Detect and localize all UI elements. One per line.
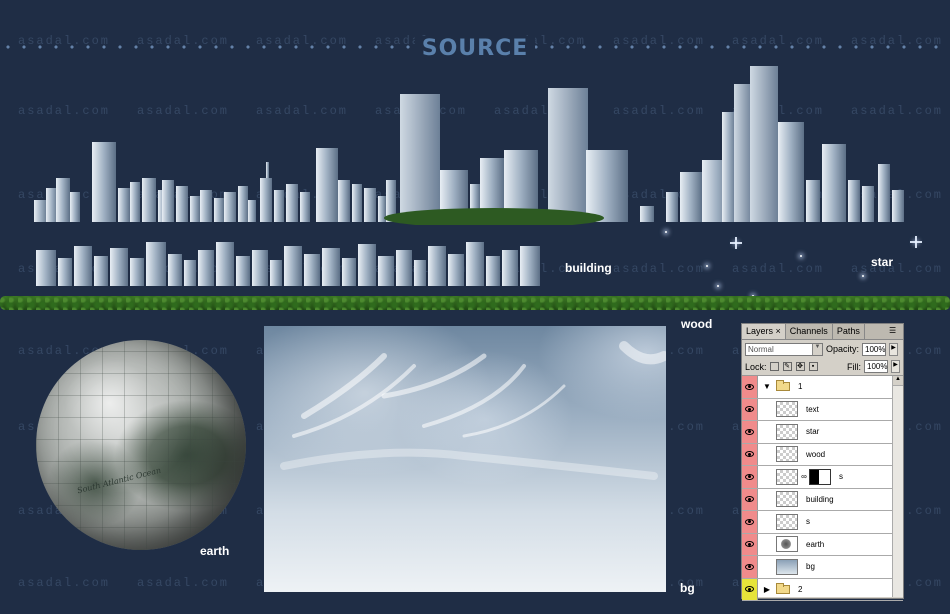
layer-row[interactable]: s: [742, 511, 903, 534]
watermark-text: asadal.com: [137, 576, 230, 590]
layer-name: s: [839, 472, 843, 482]
layer-row[interactable]: text: [742, 398, 903, 421]
layer-name: building: [806, 494, 834, 504]
layers-panel: Layers × Channels Paths ☰ Normal ▼ Opaci…: [741, 323, 904, 601]
blend-mode-value: Normal: [748, 344, 774, 354]
panel-menu-icon[interactable]: ☰: [889, 324, 903, 339]
layers-list: ▼ 1 text star wood ∞ s building s earth bg ▶ 2 ▲: [742, 376, 903, 601]
star-dot: [665, 231, 667, 233]
lock-transparency-icon[interactable]: [769, 362, 779, 371]
scroll-up-icon[interactable]: ▲: [893, 376, 903, 386]
earth-globe: South Atlantic Ocean: [36, 340, 246, 550]
wood-strip: [0, 296, 950, 310]
star-dot: [706, 265, 708, 267]
layer-thumbnail: [776, 558, 798, 575]
tab-channels[interactable]: Channels: [786, 324, 833, 339]
blend-mode-select[interactable]: Normal ▼: [745, 342, 823, 356]
opacity-label: Opacity:: [826, 344, 860, 354]
lock-image-icon[interactable]: ✎: [782, 362, 792, 371]
page-title: SOURCE: [415, 36, 535, 61]
layer-row[interactable]: wood: [742, 443, 903, 466]
layer-name: s: [806, 517, 810, 527]
eye-icon[interactable]: [742, 533, 758, 555]
panel-tabs: Layers × Channels Paths ☰: [742, 324, 903, 340]
star-dot: [717, 285, 719, 287]
eye-icon[interactable]: [742, 556, 758, 578]
eye-icon[interactable]: [742, 376, 758, 398]
watermark-text: asadal.com: [18, 576, 111, 590]
folder-icon: [776, 582, 790, 594]
layer-row[interactable]: ▼ 1: [742, 376, 903, 399]
label-building: building: [565, 261, 612, 275]
layer-thumbnail: [776, 401, 798, 418]
label-star: star: [871, 255, 894, 269]
opacity-slider-button[interactable]: ▶: [889, 342, 899, 356]
tab-paths[interactable]: Paths: [833, 324, 865, 339]
layer-thumbnail: [776, 423, 798, 440]
sky-background-image: [264, 326, 666, 592]
label-earth: earth: [200, 544, 230, 558]
fill-label: Fill:: [847, 361, 861, 372]
lock-all-icon[interactable]: ▪: [808, 362, 818, 371]
layer-name: star: [806, 427, 820, 437]
eye-icon[interactable]: [742, 466, 758, 488]
layer-row[interactable]: ∞ s: [742, 466, 903, 489]
star-sparkle: [730, 237, 742, 249]
building-skyline-strip: [36, 242, 540, 286]
layer-row[interactable]: star: [742, 421, 903, 444]
layer-row[interactable]: building: [742, 488, 903, 511]
layer-name: text: [806, 404, 819, 414]
lock-position-icon[interactable]: ✥: [795, 362, 805, 371]
eye-icon[interactable]: [742, 421, 758, 443]
layer-name: bg: [806, 562, 815, 572]
watermark-text: asadal.com: [732, 262, 825, 276]
eye-icon[interactable]: [742, 578, 758, 600]
layers-scrollbar[interactable]: ▲: [892, 376, 903, 597]
star-dot: [862, 275, 864, 277]
cirrus-clouds: [280, 341, 666, 480]
layer-row[interactable]: bg: [742, 556, 903, 579]
watermark-text: asadal.com: [851, 262, 944, 276]
chain-link-icon[interactable]: ∞: [800, 472, 808, 481]
layer-thumbnail: [776, 513, 798, 530]
layer-name: 1: [798, 382, 803, 392]
lock-label: Lock:: [745, 361, 767, 372]
layer-thumbnail: [776, 491, 798, 508]
opacity-input[interactable]: 100%: [862, 342, 887, 356]
eye-icon[interactable]: [742, 488, 758, 510]
layer-thumbnail: [776, 468, 798, 485]
layer-name: earth: [806, 539, 825, 549]
label-bg: bg: [680, 581, 695, 595]
tab-layers[interactable]: Layers ×: [742, 324, 786, 339]
label-wood: wood: [681, 317, 713, 331]
building-skyline-top: [34, 66, 904, 225]
layer-name: 2: [798, 584, 803, 594]
layer-thumbnail: [776, 536, 798, 553]
chevron-down-icon: ▼: [812, 343, 822, 355]
watermark-text: asadal.com: [613, 262, 706, 276]
star-dot: [800, 255, 802, 257]
layer-thumbnail: [776, 446, 798, 463]
layer-mask-thumbnail[interactable]: [809, 468, 831, 485]
folder-icon: [776, 380, 790, 392]
layer-row[interactable]: ▶ 2: [742, 578, 903, 601]
eye-icon[interactable]: [742, 398, 758, 420]
star-sparkle: [910, 236, 922, 248]
chevron-right-icon[interactable]: ▶: [761, 585, 773, 594]
layer-name: wood: [806, 449, 826, 459]
eye-icon[interactable]: [742, 511, 758, 533]
eye-icon[interactable]: [742, 443, 758, 465]
fill-input[interactable]: 100%: [864, 360, 888, 373]
fill-slider-button[interactable]: ▶: [891, 360, 900, 373]
chevron-down-icon[interactable]: ▼: [761, 382, 773, 391]
layer-row[interactable]: earth: [742, 533, 903, 556]
globe-grid: [36, 340, 246, 550]
